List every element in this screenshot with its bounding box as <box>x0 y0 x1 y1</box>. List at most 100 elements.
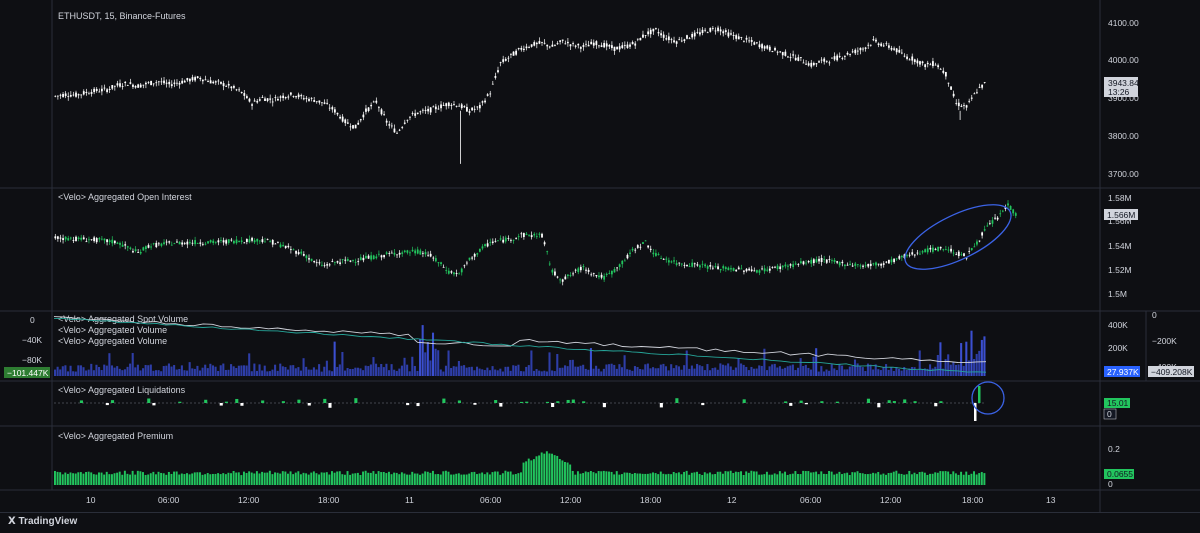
premium-bar <box>719 471 722 485</box>
price-candle-body <box>533 42 536 46</box>
volume-bar <box>165 365 168 376</box>
price-candle-body <box>321 102 323 104</box>
volume-bar <box>403 357 406 376</box>
oi-candle-body <box>719 269 722 271</box>
volume-bar <box>776 367 779 376</box>
oi-candle-body <box>649 248 652 250</box>
price-candle-body <box>380 109 383 115</box>
oi-candle-body <box>950 248 952 252</box>
volume-bar <box>126 366 129 376</box>
premium-bar <box>866 474 869 485</box>
oi-candle-body <box>686 264 688 267</box>
time-tick: 18:00 <box>318 495 340 505</box>
price-candle-body <box>799 57 802 58</box>
price-candle-body <box>546 44 549 47</box>
volume-bar <box>543 370 546 376</box>
liquidation-bar <box>602 403 606 408</box>
oi-candle-body <box>517 236 520 238</box>
price-candle-body <box>398 129 401 131</box>
price-candle-body <box>908 59 911 61</box>
premium-bar <box>152 471 155 485</box>
volume-bar <box>652 367 655 376</box>
price-candle-body <box>815 63 818 65</box>
chart-svg[interactable]: ETHUSDT, 15, Binance-Futures <Velo> Aggr… <box>0 0 1200 512</box>
premium-bar <box>641 473 644 485</box>
price-candle-body <box>453 104 455 105</box>
price-candle-body <box>217 80 220 82</box>
premium-bar <box>56 471 59 485</box>
price-candle-body <box>173 82 176 84</box>
oi-candle-body <box>761 268 763 270</box>
premium-bar <box>636 473 639 485</box>
premium-bar <box>336 471 339 485</box>
oi-candle-body <box>603 275 606 280</box>
premium-bar <box>367 472 370 485</box>
oi-candle-body <box>888 259 890 264</box>
oi-candle-body <box>201 243 204 245</box>
oi-candle-body <box>328 264 331 266</box>
volume-bar <box>160 371 163 376</box>
volume-bar <box>372 357 375 376</box>
premium-bar <box>209 474 212 485</box>
price-candle-body <box>812 62 815 66</box>
price-candle-body <box>119 83 121 87</box>
oi-candle-body <box>494 240 497 242</box>
oi-candle-body <box>631 248 634 251</box>
price-candle-body <box>129 82 132 84</box>
oi-candle-body <box>271 239 274 245</box>
price-candle-body <box>743 40 745 42</box>
price-candle-body <box>80 94 83 96</box>
oi-candle-body <box>168 241 171 243</box>
price-candle-body <box>566 41 569 44</box>
tradingview-logo[interactable]: 𝗫 TradingView <box>8 516 77 527</box>
volume-bar <box>848 366 851 376</box>
oi-candle-body <box>1001 210 1004 212</box>
volume-bar <box>501 371 504 376</box>
volume-bar <box>677 366 680 376</box>
price-candle-body <box>577 43 580 46</box>
premium-bar <box>918 472 921 485</box>
price-candle-body <box>411 113 414 114</box>
oi-candle-body <box>336 261 339 263</box>
volume-bar <box>861 367 864 376</box>
premium-bar <box>255 471 258 485</box>
premium-bar <box>540 452 543 485</box>
premium-bar <box>649 473 652 485</box>
premium-bar <box>351 473 354 485</box>
price-candle-body <box>704 29 707 31</box>
premium-bar <box>615 471 618 485</box>
premium-bar <box>429 472 432 485</box>
oi-candle-body <box>209 240 212 243</box>
premium-bar <box>450 474 453 485</box>
premium-bar <box>701 474 704 485</box>
price-candle-body <box>56 95 59 97</box>
oi-candle-body <box>913 254 916 256</box>
premium-bar <box>776 474 779 485</box>
price-candle-body <box>939 68 942 70</box>
price-candle-body <box>432 106 435 108</box>
volume-bar <box>434 348 437 376</box>
volume-bar <box>95 364 98 376</box>
premium-bar <box>196 472 199 485</box>
premium-bar <box>626 472 629 485</box>
price-candle-body <box>486 94 489 96</box>
price-candle-body <box>699 32 701 35</box>
volume-bar <box>820 366 823 376</box>
price-candle-body <box>543 42 546 44</box>
liquidation-bar <box>281 401 285 403</box>
oi-candle-body <box>468 257 471 260</box>
premium-tick: 0.2 <box>1108 444 1120 454</box>
premium-bar <box>69 472 72 485</box>
price-candle-body <box>647 31 650 35</box>
volume-bar <box>242 365 246 376</box>
premium-bar <box>714 474 717 485</box>
volume-bar <box>305 366 308 376</box>
oi-candle-body <box>556 276 559 278</box>
volume-bar <box>413 365 416 376</box>
price-candle-body <box>201 79 204 82</box>
oi-candle-body <box>1009 205 1012 210</box>
premium-bar <box>983 473 986 485</box>
oi-candle-body <box>862 265 864 267</box>
volume-bar <box>545 371 548 376</box>
volume-bar <box>851 366 854 376</box>
